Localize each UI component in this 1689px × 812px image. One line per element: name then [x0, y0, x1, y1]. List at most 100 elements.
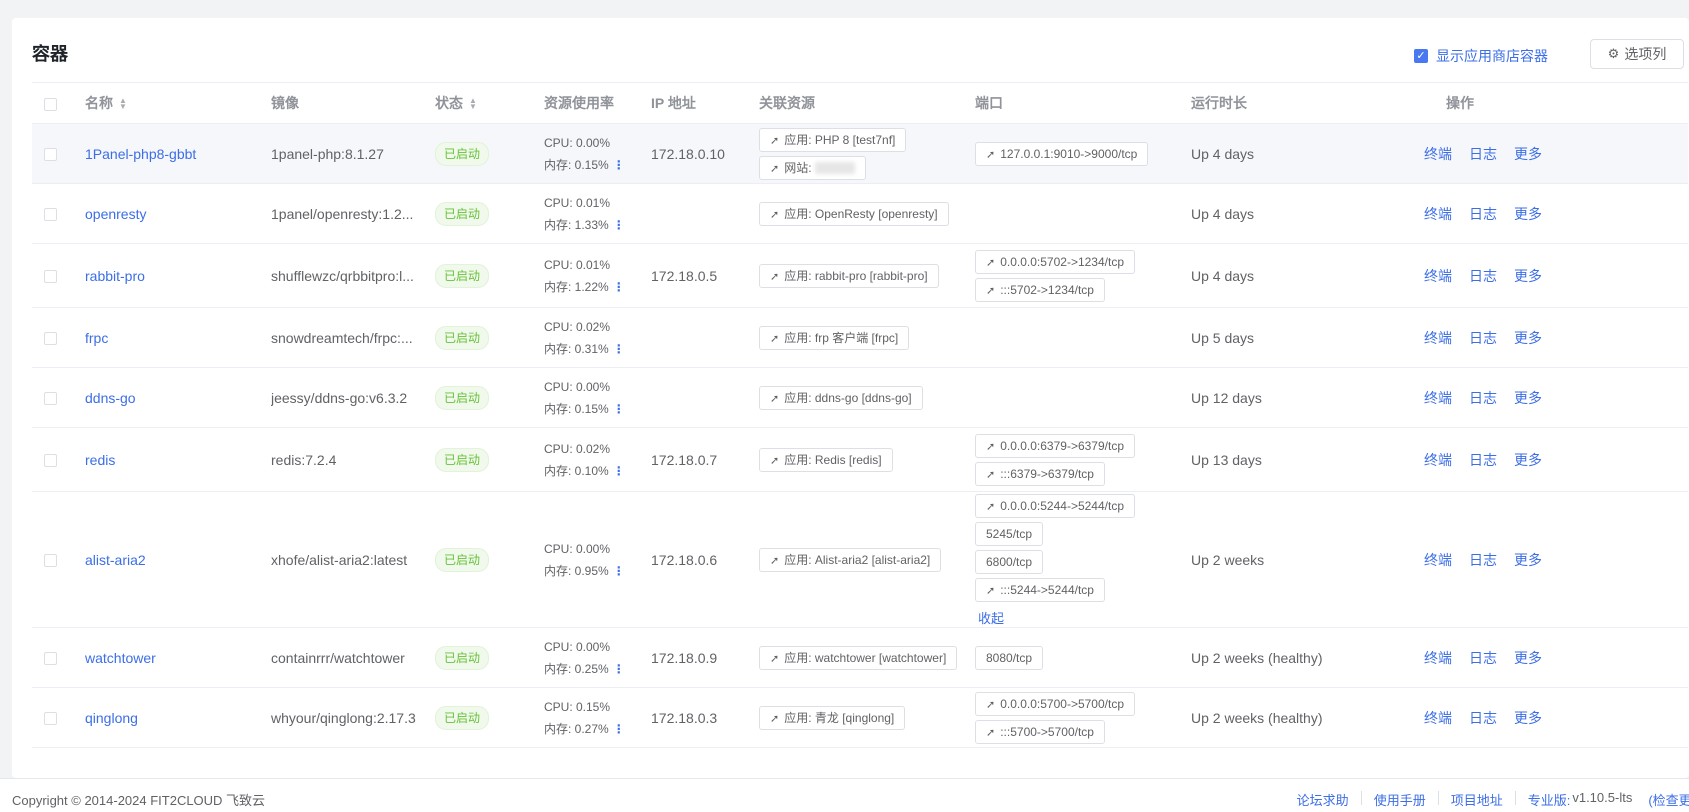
related-resource-tag[interactable]: ➚ 网站:: [759, 155, 866, 180]
row-checkbox[interactable]: [44, 554, 57, 568]
log-button[interactable]: 日志: [1469, 650, 1497, 666]
log-button[interactable]: 日志: [1469, 452, 1497, 468]
port-tag[interactable]: ➚:::6379->6379/tcp: [975, 461, 1105, 486]
table-header: 名称 ▲ ▼ 镜像 状态 ▲ ▼ 资源使用率 IP 地址 关联资源 端口 运行时长 操作: [32, 82, 1688, 124]
log-button[interactable]: 日志: [1469, 552, 1497, 568]
container-name-link[interactable]: alist-aria2: [85, 552, 146, 568]
row-checkbox[interactable]: [44, 270, 57, 284]
check-update-link[interactable]: (检查更新): [1648, 790, 1689, 809]
status-badge: 已启动: [435, 547, 490, 572]
column-name[interactable]: 名称 ▲ ▼: [85, 82, 271, 124]
more-button[interactable]: 更多: [1514, 268, 1542, 284]
project-link[interactable]: 项目地址: [1451, 790, 1503, 809]
sort-icon[interactable]: ▲ ▼: [119, 97, 127, 111]
related-resource-tag[interactable]: ➚ 应用: OpenResty [openresty]: [759, 201, 949, 226]
row-checkbox[interactable]: [44, 454, 57, 468]
row-checkbox[interactable]: [44, 392, 57, 406]
manual-link[interactable]: 使用手册: [1374, 790, 1426, 809]
terminal-button[interactable]: 终端: [1424, 206, 1452, 222]
port-tag[interactable]: 8080/tcp: [975, 645, 1044, 670]
log-button[interactable]: 日志: [1469, 330, 1497, 346]
row-checkbox[interactable]: [44, 332, 57, 346]
port-tag[interactable]: ➚:::5700->5700/tcp: [975, 719, 1105, 744]
terminal-button[interactable]: 终端: [1424, 552, 1452, 568]
container-name-link[interactable]: ddns-go: [85, 390, 136, 406]
container-name-link[interactable]: watchtower: [85, 650, 156, 666]
terminal-button[interactable]: 终端: [1424, 268, 1452, 284]
row-actions: 终端 日志 更多: [1424, 367, 1688, 428]
row-checkbox[interactable]: [44, 148, 57, 162]
more-button[interactable]: 更多: [1514, 552, 1542, 568]
port-tag[interactable]: ➚:::5244->5244/tcp: [975, 578, 1105, 602]
container-name-link[interactable]: 1Panel-php8-gbbt: [85, 146, 196, 162]
ip-address: 172.18.0.6: [651, 491, 759, 628]
more-vertical-icon[interactable]: ⋮: [613, 662, 625, 676]
container-name-link[interactable]: rabbit-pro: [85, 268, 145, 284]
image-name: snowdreamtech/frpc:...: [271, 329, 413, 346]
terminal-button[interactable]: 终端: [1424, 710, 1452, 726]
log-button[interactable]: 日志: [1469, 390, 1497, 406]
port-tag[interactable]: 5245/tcp: [975, 522, 1044, 546]
port-tag[interactable]: 6800/tcp: [975, 550, 1044, 574]
related-resource-tag[interactable]: ➚ 应用: Redis [redis]: [759, 447, 893, 472]
more-vertical-icon[interactable]: ⋮: [613, 280, 625, 294]
container-name-link[interactable]: qinglong: [85, 710, 138, 726]
more-vertical-icon[interactable]: ⋮: [613, 402, 625, 416]
more-button[interactable]: 更多: [1514, 710, 1542, 726]
ip-address: [651, 183, 759, 244]
image-name: containrrr/watchtower: [271, 649, 405, 666]
collapse-link[interactable]: 收起: [978, 608, 1004, 627]
log-button[interactable]: 日志: [1469, 146, 1497, 162]
port-tag[interactable]: ➚ 0.0.0.0:5702->1234/tcp: [975, 249, 1135, 274]
log-button[interactable]: 日志: [1469, 268, 1497, 284]
related-resource-tag[interactable]: ➚ 应用: watchtower [watchtower]: [759, 645, 958, 670]
more-vertical-icon[interactable]: ⋮: [613, 342, 625, 356]
terminal-button[interactable]: 终端: [1424, 330, 1452, 346]
related-resource-tag[interactable]: ➚ 应用: PHP 8 [test7nf]: [759, 127, 907, 152]
terminal-button[interactable]: 终端: [1424, 390, 1452, 406]
forum-link[interactable]: 论坛求助: [1297, 790, 1349, 809]
ip-address: 172.18.0.7: [651, 427, 759, 492]
more-vertical-icon[interactable]: ⋮: [613, 722, 625, 736]
log-button[interactable]: 日志: [1469, 710, 1497, 726]
port-tag[interactable]: ➚ 0.0.0.0:5700->5700/tcp: [975, 691, 1135, 716]
more-button[interactable]: 更多: [1514, 146, 1542, 162]
port-tag[interactable]: ➚ 0.0.0.0:6379->6379/tcp: [975, 433, 1135, 458]
terminal-button[interactable]: 终端: [1424, 452, 1452, 468]
more-vertical-icon[interactable]: ⋮: [613, 158, 625, 172]
more-vertical-icon[interactable]: ⋮: [613, 564, 625, 578]
columns-option-button[interactable]: ⚙ 选项列: [1590, 39, 1684, 69]
related-resource-tag[interactable]: ➚ 应用: frp 客户端 [frpc]: [759, 325, 910, 350]
more-button[interactable]: 更多: [1514, 206, 1542, 222]
more-vertical-icon[interactable]: ⋮: [613, 464, 625, 478]
more-button[interactable]: 更多: [1514, 330, 1542, 346]
row-checkbox[interactable]: [44, 652, 57, 666]
related-resource-tag[interactable]: ➚ 应用: rabbit-pro [rabbit-pro]: [759, 263, 939, 288]
more-button[interactable]: 更多: [1514, 452, 1542, 468]
column-status[interactable]: 状态 ▲ ▼: [435, 82, 544, 124]
image-name: whyour/qinglong:2.17.3: [271, 709, 416, 726]
container-name-link[interactable]: openresty: [85, 206, 146, 222]
select-all-checkbox[interactable]: [44, 97, 57, 111]
log-button[interactable]: 日志: [1469, 206, 1497, 222]
related-resource-tag[interactable]: ➚ 应用: Alist-aria2 [alist-aria2]: [759, 547, 942, 572]
port-tag[interactable]: ➚:::5702->1234/tcp: [975, 277, 1105, 302]
related-resource-tag[interactable]: ➚ 应用: 青龙 [qinglong]: [759, 705, 906, 730]
related-resource-tag[interactable]: ➚ 应用: ddns-go [ddns-go]: [759, 385, 923, 410]
port-tag[interactable]: ➚ 127.0.0.1:9010->9000/tcp: [975, 141, 1149, 166]
terminal-button[interactable]: 终端: [1424, 650, 1452, 666]
version-text: v1.10.5-lts: [1572, 790, 1633, 805]
container-name-link[interactable]: frpc: [85, 330, 108, 346]
more-button[interactable]: 更多: [1514, 650, 1542, 666]
show-store-containers-checkbox[interactable]: ✓ 显示应用商店容器: [1414, 46, 1548, 66]
resource-usage: CPU: 0.00% 内存: 0.15% ⋮: [544, 376, 651, 420]
port-tag[interactable]: ➚ 0.0.0.0:5244->5244/tcp: [975, 494, 1135, 518]
row-checkbox[interactable]: [44, 208, 57, 222]
uptime: Up 13 days: [1191, 427, 1424, 492]
container-name-link[interactable]: redis: [85, 452, 115, 468]
more-vertical-icon[interactable]: ⋮: [613, 218, 625, 232]
sort-icon[interactable]: ▲ ▼: [469, 97, 477, 111]
more-button[interactable]: 更多: [1514, 390, 1542, 406]
terminal-button[interactable]: 终端: [1424, 146, 1452, 162]
row-checkbox[interactable]: [44, 712, 57, 726]
